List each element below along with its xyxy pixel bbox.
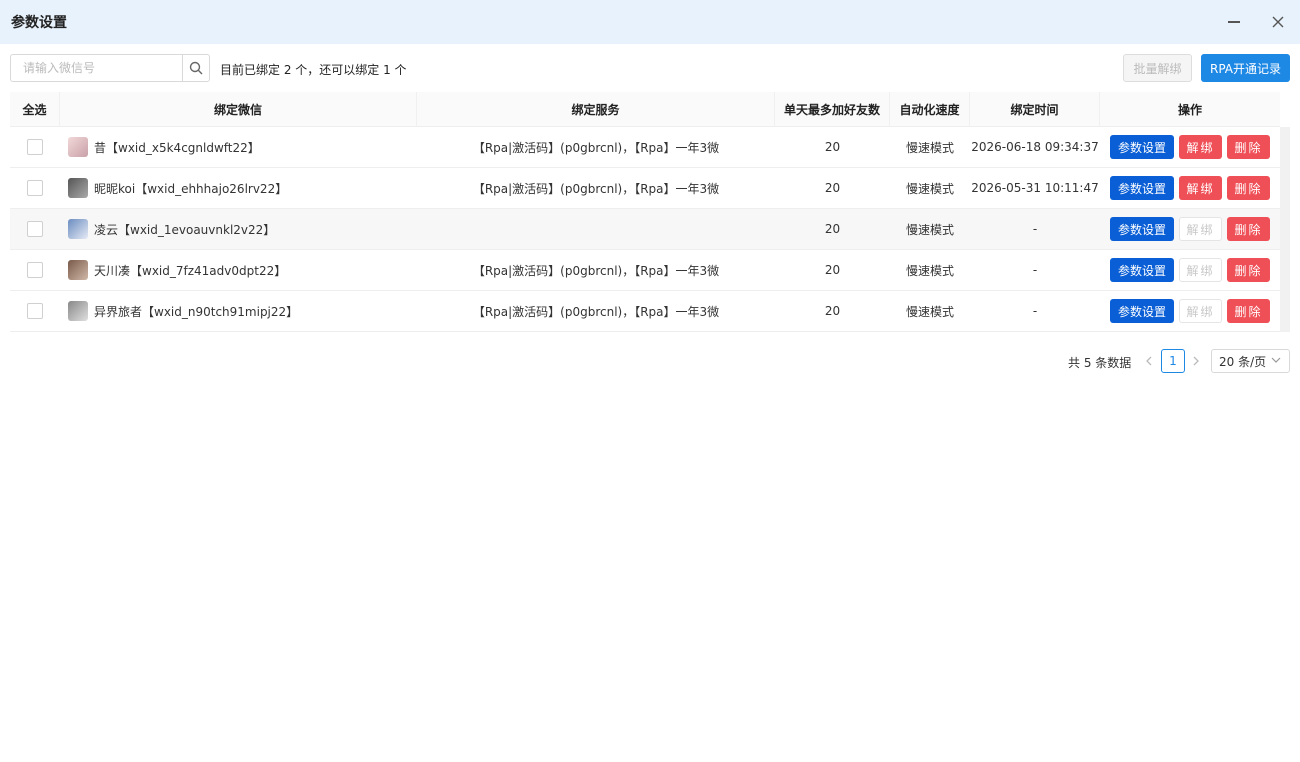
unbind-button[interactable]: 解绑 bbox=[1179, 176, 1222, 200]
wechat-id: 昵昵koi【wxid_ehhhajo26lrv22】 bbox=[94, 181, 288, 196]
avatar bbox=[68, 178, 88, 198]
max-friends-cell: 20 bbox=[824, 263, 841, 277]
minimize-icon[interactable] bbox=[1222, 10, 1246, 34]
bind-time-cell: - bbox=[1032, 263, 1038, 277]
unbind-button[interactable]: 解绑 bbox=[1179, 135, 1222, 159]
speed-cell: 慢速模式 bbox=[905, 181, 954, 196]
table-row: 昔【wxid_x5k4cgnldwft22】 【Rpa|激活码】(p0gbrcn… bbox=[10, 127, 1280, 168]
header-service: 绑定服务 bbox=[417, 92, 775, 127]
service-cell: 【Rpa|激活码】(p0gbrcnl)，【Rpa】一年3微 bbox=[472, 181, 720, 196]
delete-button[interactable]: 删除 bbox=[1227, 258, 1270, 282]
row-checkbox[interactable] bbox=[27, 180, 43, 196]
settings-button[interactable]: 参数设置 bbox=[1110, 258, 1174, 282]
search-box bbox=[10, 54, 210, 82]
table-row: 凌云【wxid_1evoauvnkl2v22】 20 慢速模式 - 参数设置 解… bbox=[10, 209, 1280, 250]
table-scrollbar[interactable] bbox=[1280, 127, 1290, 332]
wechat-id: 异界旅者【wxid_n90tch91mipj22】 bbox=[94, 304, 299, 319]
delete-button[interactable]: 删除 bbox=[1227, 299, 1270, 323]
speed-cell: 慢速模式 bbox=[905, 263, 954, 278]
total-count: 共 5 条数据 bbox=[1068, 356, 1132, 370]
header-actions: 操作 bbox=[1177, 103, 1202, 117]
delete-button[interactable]: 删除 bbox=[1227, 135, 1270, 159]
bind-time-cell: 2026-05-31 10:11:47 bbox=[971, 181, 1099, 195]
avatar bbox=[68, 219, 88, 239]
row-checkbox[interactable] bbox=[27, 221, 43, 237]
bind-time-cell: 2026-06-18 09:34:37 bbox=[971, 140, 1099, 154]
chevron-down-icon bbox=[1271, 354, 1281, 367]
speed-cell: 慢速模式 bbox=[905, 140, 954, 155]
bind-time-cell: - bbox=[1032, 222, 1038, 236]
unbind-button-disabled: 解绑 bbox=[1179, 217, 1222, 241]
header-max-friends: 单天最多加好友数 bbox=[775, 92, 890, 127]
search-icon[interactable] bbox=[182, 55, 209, 81]
page-size-select[interactable]: 20 条/页 bbox=[1211, 349, 1290, 373]
avatar bbox=[68, 137, 88, 157]
unbind-button-disabled: 解绑 bbox=[1179, 258, 1222, 282]
service-cell bbox=[417, 209, 775, 249]
row-checkbox[interactable] bbox=[27, 262, 43, 278]
service-cell: 【Rpa|激活码】(p0gbrcnl)，【Rpa】一年3微 bbox=[472, 140, 720, 155]
wechat-id: 昔【wxid_x5k4cgnldwft22】 bbox=[94, 140, 260, 155]
service-cell: 【Rpa|激活码】(p0gbrcnl)，【Rpa】一年3微 bbox=[472, 304, 720, 319]
table-header: 全选 绑定微信 绑定服务 单天最多加好友数 自动化速度 绑定时间 操作 bbox=[10, 92, 1280, 127]
chevron-left-icon[interactable] bbox=[1141, 352, 1157, 370]
delete-button[interactable]: 删除 bbox=[1227, 176, 1270, 200]
table-row: 异界旅者【wxid_n90tch91mipj22】 【Rpa|激活码】(p0gb… bbox=[10, 291, 1280, 332]
max-friends-cell: 20 bbox=[824, 304, 841, 318]
bind-info-text: 目前已绑定 2 个，还可以绑定 1 个 bbox=[220, 63, 407, 77]
delete-button[interactable]: 删除 bbox=[1227, 217, 1270, 241]
row-checkbox[interactable] bbox=[27, 139, 43, 155]
pagination: 共 5 条数据 1 20 条/页 bbox=[0, 349, 1300, 373]
speed-cell: 慢速模式 bbox=[905, 222, 954, 237]
settings-button[interactable]: 参数设置 bbox=[1110, 176, 1174, 200]
bind-time-cell: - bbox=[1032, 304, 1038, 318]
header-bind-time: 绑定时间 bbox=[970, 92, 1100, 127]
wechat-id: 天川凑【wxid_7fz41adv0dpt22】 bbox=[94, 263, 287, 278]
window-title: 参数设置 bbox=[11, 15, 67, 31]
search-input[interactable] bbox=[11, 55, 182, 81]
max-friends-cell: 20 bbox=[824, 181, 841, 195]
page-number[interactable]: 1 bbox=[1161, 349, 1185, 373]
rpa-record-button[interactable]: RPA开通记录 bbox=[1201, 54, 1290, 82]
avatar bbox=[68, 260, 88, 280]
page-size-value: 20 条/页 bbox=[1219, 354, 1267, 369]
max-friends-cell: 20 bbox=[824, 140, 841, 154]
header-wechat: 绑定微信 bbox=[60, 92, 417, 127]
service-cell: 【Rpa|激活码】(p0gbrcnl)，【Rpa】一年3微 bbox=[472, 263, 720, 278]
chevron-right-icon[interactable] bbox=[1188, 352, 1204, 370]
row-checkbox[interactable] bbox=[27, 303, 43, 319]
wechat-id: 凌云【wxid_1evoauvnkl2v22】 bbox=[94, 222, 276, 237]
settings-button[interactable]: 参数设置 bbox=[1110, 299, 1174, 323]
table-row: 昵昵koi【wxid_ehhhajo26lrv22】 【Rpa|激活码】(p0g… bbox=[10, 168, 1280, 209]
avatar bbox=[68, 301, 88, 321]
title-bar: 参数设置 bbox=[0, 0, 1300, 44]
table-row: 天川凑【wxid_7fz41adv0dpt22】 【Rpa|激活码】(p0gbr… bbox=[10, 250, 1280, 291]
batch-unbind-button[interactable]: 批量解绑 bbox=[1123, 54, 1192, 82]
max-friends-cell: 20 bbox=[824, 222, 841, 236]
header-select-all[interactable]: 全选 bbox=[10, 92, 60, 127]
toolbar: 目前已绑定 2 个，还可以绑定 1 个 批量解绑 RPA开通记录 bbox=[0, 54, 1300, 84]
unbind-button-disabled: 解绑 bbox=[1179, 299, 1222, 323]
header-speed: 自动化速度 bbox=[890, 92, 970, 127]
settings-button[interactable]: 参数设置 bbox=[1110, 217, 1174, 241]
wechat-table: 全选 绑定微信 绑定服务 单天最多加好友数 自动化速度 绑定时间 操作 昔【wx… bbox=[10, 92, 1280, 332]
speed-cell: 慢速模式 bbox=[905, 304, 954, 319]
close-icon[interactable] bbox=[1266, 10, 1290, 34]
settings-button[interactable]: 参数设置 bbox=[1110, 135, 1174, 159]
